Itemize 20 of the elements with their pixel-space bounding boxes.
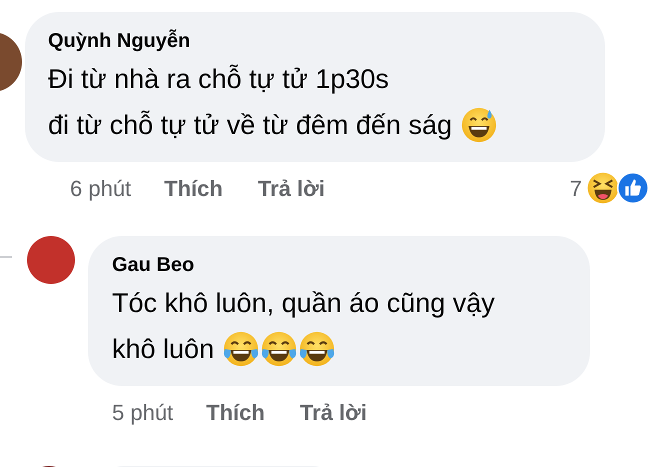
reply-link[interactable]: Trả lời <box>258 172 325 204</box>
tears-of-joy-emoji-icon <box>260 330 298 368</box>
avatar-placeholder <box>27 236 75 284</box>
tears-of-joy-emoji-icon <box>222 330 260 368</box>
author-name[interactable]: Quỳnh Nguyễn <box>48 26 190 56</box>
like-link[interactable]: Thích <box>164 172 223 204</box>
laughing-face-icon <box>586 171 620 205</box>
comment-text: đi từ chỗ tự tử về từ đêm đến ság <box>48 108 452 142</box>
reaction-count: 7 <box>570 174 582 202</box>
sweat-smile-emoji-icon <box>460 106 498 144</box>
author-name[interactable]: Gau Beo <box>112 250 194 280</box>
comment-time: 6 phút <box>70 174 132 203</box>
comment-text: Đi từ nhà ra chỗ tự tử 1p30s <box>48 62 389 96</box>
comment-text: Tóc khô luôn, quần áo cũng vậy <box>112 286 495 320</box>
thumbs-up-icon <box>616 171 650 205</box>
comment-time: 5 phút <box>112 398 174 427</box>
reply-link[interactable]: Trả lời <box>300 396 367 428</box>
comment-text: khô luôn <box>112 332 214 366</box>
like-link[interactable]: Thích <box>206 396 265 428</box>
tears-of-joy-emoji-icon <box>298 330 336 368</box>
